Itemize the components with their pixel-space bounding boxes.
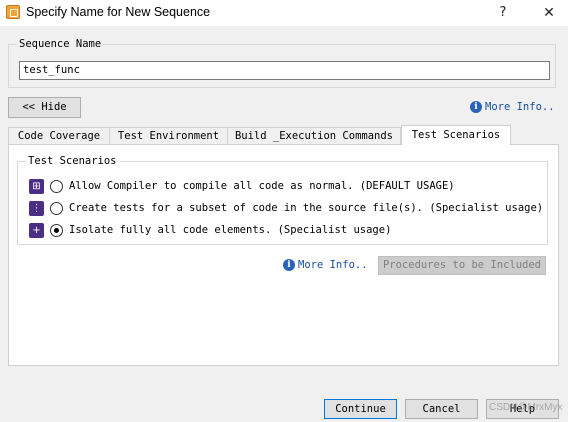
info-icon: i [283,259,295,271]
more-info-label: More Info.. [485,101,555,113]
tab-code-coverage[interactable]: Code Coverage [8,127,110,145]
more-info-link-top[interactable]: i More Info.. [470,101,555,113]
isolate-icon: + [29,223,44,238]
tab-build-execution-commands[interactable]: Build _Execution Commands [227,127,401,145]
sequence-name-input[interactable]: test_func [19,61,550,80]
scenario-radio-isolate[interactable] [50,224,63,237]
sequence-name-label: Sequence Name [17,38,104,50]
watermark: CSDN@MrxMyx [489,402,563,413]
scenario-radio-subset[interactable] [50,202,63,215]
more-info-link-scenarios[interactable]: i More Info.. [283,259,368,271]
tab-test-environment[interactable]: Test Environment [109,127,228,145]
tab-test-scenarios[interactable]: Test Scenarios [401,125,511,145]
hide-button[interactable]: << Hide [8,97,81,118]
info-icon: i [470,101,482,113]
test-scenarios-label: Test Scenarios [26,155,119,167]
continue-button[interactable]: Continue [324,399,397,419]
more-info-label: More Info.. [298,259,368,271]
scenario-label: Allow Compiler to compile all code as no… [69,180,455,192]
tab-panel-test-scenarios: Test Scenarios ⊞ Allow Compiler to compi… [8,144,559,366]
sequence-name-group: Sequence Name test_func [8,38,556,88]
test-scenarios-group: Test Scenarios ⊞ Allow Compiler to compi… [17,155,548,245]
compile-all-icon: ⊞ [29,179,44,194]
window-title: Specify Name for New Sequence [26,5,211,19]
subset-icon: ⋮ [29,201,44,216]
title-bar: Specify Name for New Sequence ? ✕ [0,0,568,26]
help-question-icon[interactable]: ? [492,3,514,23]
dialog-app-icon [6,5,20,19]
scenario-radio-compile-all[interactable] [50,180,63,193]
scenario-label: Create tests for a subset of code in the… [69,202,544,214]
procedures-to-be-included-button[interactable]: Procedures to be Included [378,256,546,275]
close-icon[interactable]: ✕ [538,3,560,23]
scenario-label: Isolate fully all code elements. (Specia… [69,224,392,236]
cancel-button[interactable]: Cancel [405,399,478,419]
